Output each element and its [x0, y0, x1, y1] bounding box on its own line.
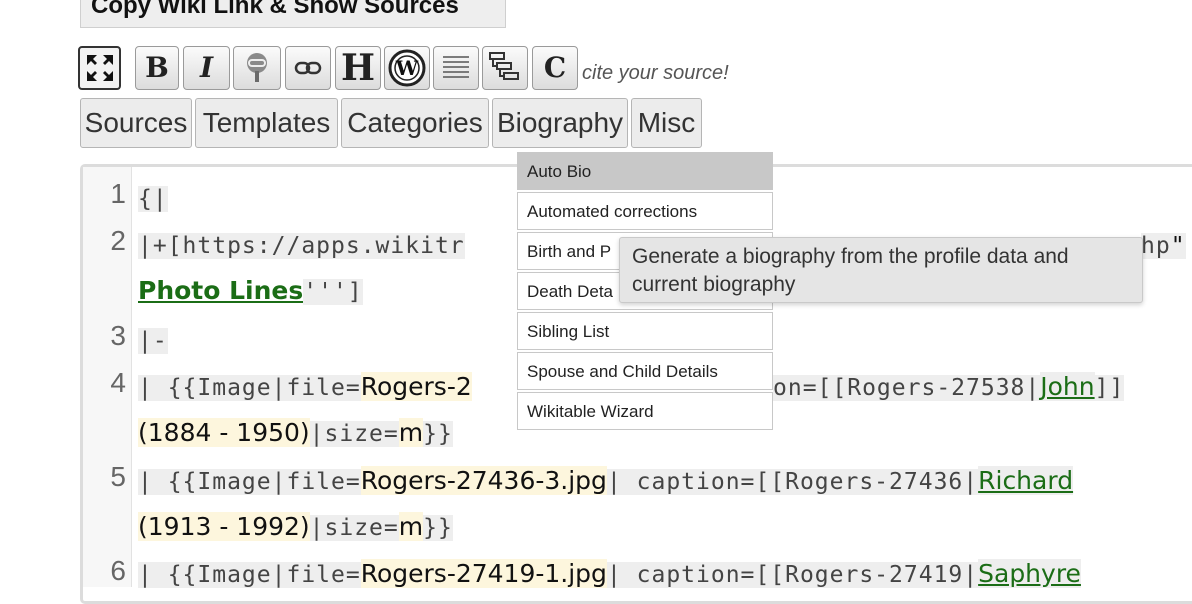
- chain-link-icon: [294, 61, 322, 75]
- code-line: | {{Image|file=Rogers-2: [138, 372, 472, 401]
- code-line: {|: [138, 186, 168, 212]
- code-line: (1884 - 1950)|size=m}}: [138, 418, 453, 447]
- line-number: 1: [110, 178, 126, 209]
- line-number: 3: [110, 320, 126, 351]
- outline-tree-icon: [489, 52, 519, 80]
- menu-item-auto-bio[interactable]: Auto Bio: [517, 152, 773, 190]
- link-button[interactable]: [285, 46, 331, 90]
- code-line: |+[https://apps.wikitr: [138, 233, 465, 259]
- line-number: 6: [110, 555, 126, 586]
- menu-item-spouse-and-child[interactable]: Spouse and Child Details: [517, 352, 773, 390]
- code-line: | {{Image|file=Rogers-27419-1.jpg| capti…: [138, 559, 1081, 588]
- photo-lines-link[interactable]: Photo Lines: [138, 276, 303, 305]
- cite-label: C: [543, 51, 567, 84]
- menu-item-automated-corrections[interactable]: Automated corrections: [517, 192, 773, 230]
- wikipedia-button[interactable]: W: [384, 46, 430, 90]
- menu-item-sibling-list[interactable]: Sibling List: [517, 312, 773, 350]
- cite-button[interactable]: C: [532, 46, 578, 90]
- tab-categories[interactable]: Categories: [341, 98, 489, 148]
- line-number: 2: [110, 225, 126, 256]
- outline-button[interactable]: [482, 46, 528, 90]
- heading-label: H: [340, 47, 375, 89]
- tab-sources[interactable]: Sources: [80, 98, 192, 148]
- wikipedia-icon: W: [388, 49, 426, 87]
- code-line: Photo Lines''']: [138, 276, 363, 305]
- code-line-tail: on=[[Rogers-27538|John]]: [773, 372, 1125, 401]
- copy-wiki-link-label: Copy Wiki Link & Show Sources: [91, 0, 459, 19]
- tab-templates[interactable]: Templates: [195, 98, 338, 148]
- expand-arrows-icon: [86, 55, 113, 81]
- tree-link-button[interactable]: [233, 46, 281, 90]
- italic-button[interactable]: I: [183, 46, 230, 90]
- line-number: 5: [110, 461, 126, 492]
- tree-link-icon: [247, 53, 267, 82]
- tab-biography[interactable]: Biography: [492, 98, 628, 148]
- auto-bio-tooltip: Generate a biography from the profile da…: [619, 237, 1143, 303]
- bold-label: B: [145, 51, 169, 84]
- line-number: 4: [110, 367, 126, 398]
- code-line: | {{Image|file=Rogers-27436-3.jpg| capti…: [138, 466, 1074, 495]
- bold-button[interactable]: B: [135, 46, 179, 90]
- cite-hint: cite your source!: [582, 62, 729, 84]
- code-line-tail: hp": [1141, 233, 1186, 259]
- tab-misc[interactable]: Misc: [631, 98, 702, 148]
- code-line: (1913 - 1992)|size=m}}: [138, 512, 453, 541]
- richard-link[interactable]: Richard: [978, 466, 1074, 495]
- svg-text:W: W: [395, 56, 419, 80]
- horizontal-lines-icon: [443, 56, 469, 78]
- lines-button[interactable]: [433, 46, 479, 90]
- fullscreen-button[interactable]: [78, 46, 121, 90]
- john-link[interactable]: John: [1040, 372, 1095, 401]
- heading-button[interactable]: H: [335, 46, 381, 90]
- italic-label: I: [199, 51, 214, 84]
- code-line: |-: [138, 328, 168, 354]
- copy-wiki-link-button[interactable]: Copy Wiki Link & Show Sources: [80, 0, 506, 28]
- menu-item-wikitable-wizard[interactable]: Wikitable Wizard: [517, 392, 773, 430]
